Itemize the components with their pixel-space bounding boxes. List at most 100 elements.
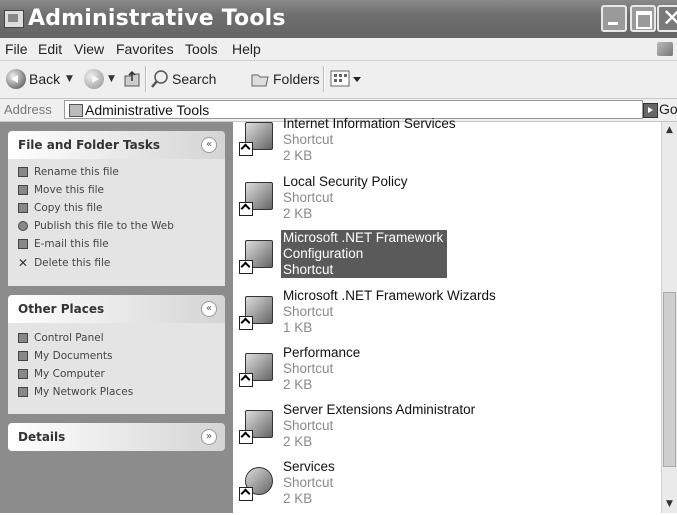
- file-type: Shortcut: [283, 361, 334, 376]
- delete-task[interactable]: ✕ Delete this file: [18, 256, 110, 270]
- server-extensions-icon: [239, 406, 277, 444]
- file-type: Shortcut: [283, 262, 334, 277]
- file-size: 2 KB: [283, 377, 313, 392]
- move-icon: [18, 185, 28, 195]
- file-type: Shortcut: [283, 190, 334, 205]
- task-label: Delete this file: [34, 257, 111, 269]
- place-label: My Computer: [34, 368, 105, 380]
- file-item[interactable]: Services Shortcut 2 KB: [233, 459, 653, 515]
- place-label: Control Panel: [34, 332, 104, 344]
- net-wizards-icon: [239, 292, 277, 330]
- file-name: Internet Information Services: [283, 116, 456, 131]
- minimize-button[interactable]: [601, 5, 627, 32]
- file-size: 2 KB: [283, 434, 313, 449]
- control-panel-icon: [18, 333, 28, 343]
- my-network-places-link[interactable]: My Network Places: [18, 386, 133, 398]
- publish-task[interactable]: Publish this file to the Web: [18, 220, 174, 232]
- menu-bar: File Edit View Favorites Tools Help: [0, 38, 677, 61]
- back-button[interactable]: Back: [29, 71, 60, 87]
- folders-icon: [250, 69, 270, 89]
- search-button[interactable]: Search: [172, 71, 216, 87]
- task-label: Move this file: [34, 184, 104, 196]
- scroll-up-icon[interactable]: ▲: [662, 122, 677, 138]
- back-dropdown-icon[interactable]: ▼: [66, 74, 73, 84]
- rename-task[interactable]: Rename this file: [18, 166, 119, 178]
- views-button[interactable]: [330, 69, 366, 89]
- folders-button[interactable]: Folders: [273, 71, 320, 87]
- back-arrow-icon: [6, 69, 26, 89]
- collapse-icon[interactable]: «: [201, 137, 217, 153]
- menu-edit[interactable]: Edit: [38, 41, 62, 57]
- task-label: Copy this file: [34, 202, 103, 214]
- control-panel-link[interactable]: Control Panel: [18, 332, 104, 344]
- panel-title: Details: [18, 430, 66, 444]
- copy-icon: [18, 203, 28, 213]
- email-icon: [18, 239, 28, 249]
- my-computer-link[interactable]: My Computer: [18, 368, 105, 380]
- forward-button[interactable]: [84, 69, 104, 89]
- file-type: Shortcut: [283, 475, 334, 490]
- file-type: Shortcut: [283, 132, 334, 147]
- vertical-scrollbar[interactable]: ▲ ▼: [661, 122, 677, 513]
- file-type: Shortcut: [283, 418, 334, 433]
- up-folder-button[interactable]: [123, 68, 141, 88]
- menu-view[interactable]: View: [74, 41, 104, 57]
- file-size: 2 KB: [283, 148, 313, 163]
- file-item[interactable]: Performance Shortcut 2 KB: [233, 345, 653, 401]
- menu-tools[interactable]: Tools: [185, 41, 218, 57]
- control-panel-icon: [69, 104, 83, 117]
- views-icon: [330, 70, 361, 87]
- file-list: Internet Information Services Shortcut 2…: [233, 116, 661, 515]
- file-item[interactable]: Server Extensions Administrator Shortcut…: [233, 402, 653, 458]
- scroll-down-icon[interactable]: ▼: [662, 496, 677, 512]
- maximize-button[interactable]: [630, 5, 656, 32]
- folder-icon: [4, 10, 24, 28]
- collapse-icon[interactable]: «: [201, 301, 217, 317]
- menu-file[interactable]: File: [5, 41, 28, 57]
- scroll-thumb[interactable]: [663, 292, 676, 467]
- close-icon: ✕: [662, 4, 677, 32]
- file-item[interactable]: Internet Information Services Shortcut 2…: [233, 116, 653, 172]
- toolbar-separator: [323, 66, 325, 92]
- toolbar: Back ▼ ▼ Search Folders: [0, 61, 677, 99]
- file-name: Services: [283, 459, 335, 474]
- file-name: Microsoft .NET Framework Wizards: [283, 288, 496, 303]
- network-icon: [18, 387, 28, 397]
- file-name: Performance: [283, 345, 361, 360]
- place-label: My Documents: [34, 350, 113, 362]
- file-size: 1 KB: [283, 320, 313, 335]
- copy-task[interactable]: Copy this file: [18, 202, 102, 214]
- performance-icon: [239, 349, 277, 387]
- globe-icon: [18, 221, 28, 231]
- menu-favorites[interactable]: Favorites: [116, 41, 174, 57]
- other-places-panel: Control Panel My Documents My Computer M…: [8, 323, 225, 414]
- go-button[interactable]: Go: [659, 101, 677, 117]
- delete-icon: ✕: [18, 256, 29, 270]
- task-label: E-mail this file: [34, 238, 109, 250]
- expand-icon[interactable]: »: [201, 429, 217, 445]
- details-header[interactable]: Details »: [8, 423, 225, 451]
- security-policy-icon: [239, 178, 277, 216]
- file-name: Server Extensions Administrator: [283, 402, 476, 417]
- task-label: Publish this file to the Web: [34, 220, 174, 232]
- file-item-selected[interactable]: Microsoft .NET Framework Configuration S…: [233, 230, 653, 286]
- email-task[interactable]: E-mail this file: [18, 238, 109, 250]
- file-item[interactable]: Microsoft .NET Framework Wizards Shortcu…: [233, 288, 653, 344]
- window-title: Administrative Tools: [28, 6, 286, 31]
- title-bar[interactable]: Administrative Tools ✕: [0, 0, 677, 38]
- forward-dropdown-icon[interactable]: ▼: [108, 74, 115, 84]
- my-documents-link[interactable]: My Documents: [18, 350, 112, 362]
- file-name: Microsoft .NET Framework: [283, 230, 444, 245]
- services-icon: [239, 463, 277, 501]
- task-pane: File and Folder Tasks « Rename this file…: [0, 122, 233, 513]
- other-places-header[interactable]: Other Places «: [8, 295, 225, 323]
- menu-help[interactable]: Help: [232, 41, 261, 57]
- address-value: Administrative Tools: [85, 102, 210, 118]
- file-type: Shortcut: [283, 304, 334, 319]
- close-button[interactable]: ✕: [657, 4, 677, 32]
- file-tasks-header[interactable]: File and Folder Tasks «: [8, 131, 225, 159]
- panel-title: Other Places: [18, 302, 105, 316]
- file-item[interactable]: Local Security Policy Shortcut 2 KB: [233, 174, 653, 230]
- move-task[interactable]: Move this file: [18, 184, 104, 196]
- file-name-line2: Configuration: [283, 246, 364, 261]
